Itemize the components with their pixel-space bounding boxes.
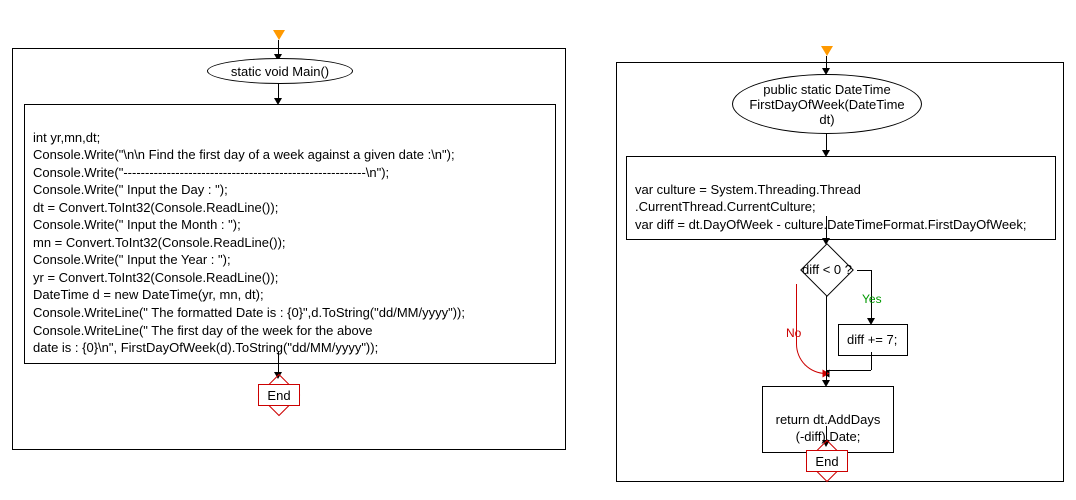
connector-line — [826, 296, 827, 380]
edge-label-yes: Yes — [862, 292, 882, 306]
connector-line — [857, 270, 871, 271]
process-diff-plus-seven: diff += 7; — [838, 324, 908, 356]
connector-line — [278, 352, 279, 372]
end-box-inner: End — [806, 450, 848, 472]
connector-line — [826, 134, 827, 150]
connector-line — [827, 370, 871, 371]
connector-line — [826, 426, 827, 440]
process-main-body: int yr,mn,dt; Console.Write("\n\n Find t… — [24, 104, 556, 364]
terminator-main-label: static void Main() — [231, 64, 329, 79]
entry-arrow-right — [821, 46, 833, 56]
process-culture-diff: var culture = System.Threading.Thread .C… — [626, 156, 1056, 240]
terminator-main: static void Main() — [207, 58, 353, 84]
connector-curve-no — [796, 284, 826, 374]
end-label-right: End — [815, 454, 838, 469]
end-box-inner: End — [258, 384, 300, 406]
end-label-left: End — [267, 388, 290, 403]
process-main-text: int yr,mn,dt; Console.Write("\n\n Find t… — [33, 130, 465, 356]
decision-label: diff < 0 ? — [786, 262, 868, 277]
terminator-end-left: End — [258, 380, 300, 410]
connector-line — [278, 84, 279, 98]
terminator-end-right: End — [806, 446, 848, 476]
entry-arrow-left — [273, 30, 285, 40]
process-diff-plus-seven-text: diff += 7; — [847, 332, 897, 347]
connector-line — [871, 352, 872, 370]
terminator-firstdayofweek: public static DateTime FirstDayOfWeek(Da… — [732, 74, 922, 134]
terminator-firstdayofweek-label: public static DateTime FirstDayOfWeek(Da… — [749, 82, 904, 127]
connector-line — [826, 216, 827, 238]
process-culture-diff-text: var culture = System.Threading.Thread .C… — [635, 182, 1026, 232]
